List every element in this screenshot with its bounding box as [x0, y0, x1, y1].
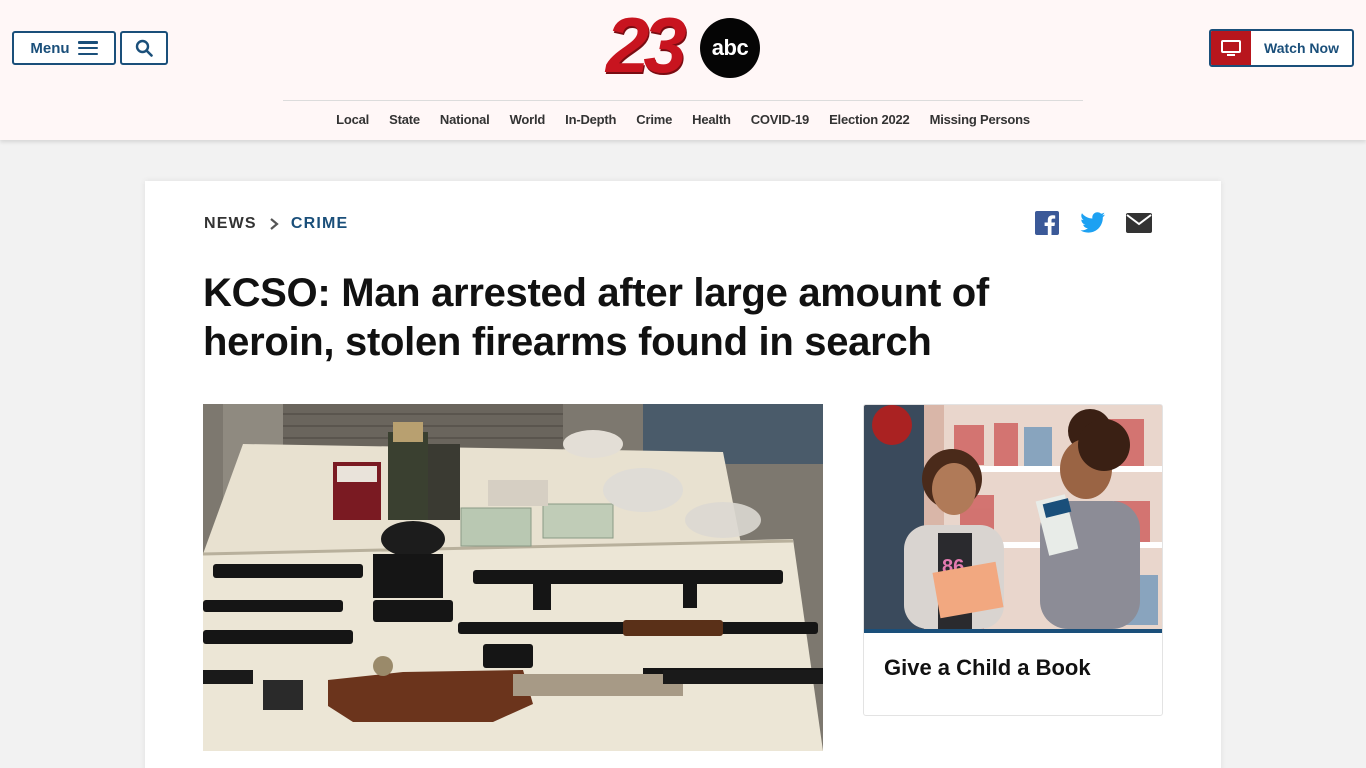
logo-number: 23 [606, 1, 687, 89]
main-nav: Local State National World In-Depth Crim… [283, 112, 1083, 130]
share-bar [1034, 210, 1152, 236]
nav-item-state[interactable]: State [389, 112, 420, 130]
hamburger-icon [77, 41, 98, 55]
nav-item-world[interactable]: World [510, 112, 546, 130]
watch-now-button[interactable]: Watch Now [1209, 29, 1354, 67]
nav-item-covid-19[interactable]: COVID-19 [751, 112, 810, 130]
menu-label: Menu [30, 39, 70, 57]
nav-item-in-depth[interactable]: In-Depth [565, 112, 616, 130]
station-logo[interactable]: 23 abc [604, 1, 764, 89]
search-button[interactable] [120, 31, 168, 65]
facebook-icon[interactable] [1034, 210, 1060, 236]
breadcrumb: NEWS CRIME [204, 215, 348, 233]
nav-item-election-2022[interactable]: Election 2022 [829, 112, 910, 130]
nav-item-national[interactable]: National [440, 112, 490, 130]
breadcrumb-crime[interactable]: CRIME [291, 215, 349, 233]
email-icon[interactable] [1126, 210, 1152, 236]
search-icon [135, 39, 153, 57]
nav-item-local[interactable]: Local [336, 112, 369, 130]
nav-divider [283, 100, 1083, 101]
nav-item-crime[interactable]: Crime [636, 112, 672, 130]
article-headline: KCSO: Man arrested after large amount of… [203, 271, 989, 364]
chevron-right-icon [270, 218, 279, 230]
site-header: Menu 23 abc Watch Now Local State Nation… [0, 0, 1366, 140]
promo-accent-bar [864, 629, 1162, 633]
nav-item-health[interactable]: Health [692, 112, 731, 130]
article-card: NEWS CRIME KCSO: Man arrested after larg… [145, 181, 1221, 768]
menu-button[interactable]: Menu [12, 31, 116, 65]
tv-icon [1211, 31, 1251, 65]
give-a-child-a-book-promo[interactable]: 86 Give a Child a Book [863, 404, 1163, 716]
promo-image: 86 [864, 405, 1162, 629]
watch-now-label: Watch Now [1264, 40, 1339, 56]
nav-item-missing-persons[interactable]: Missing Persons [930, 112, 1031, 130]
abc-logo: abc [700, 18, 760, 78]
article-photo[interactable] [203, 404, 823, 751]
breadcrumb-news[interactable]: NEWS [204, 215, 257, 233]
promo-title: Give a Child a Book [884, 655, 1091, 680]
twitter-icon[interactable] [1080, 210, 1106, 236]
